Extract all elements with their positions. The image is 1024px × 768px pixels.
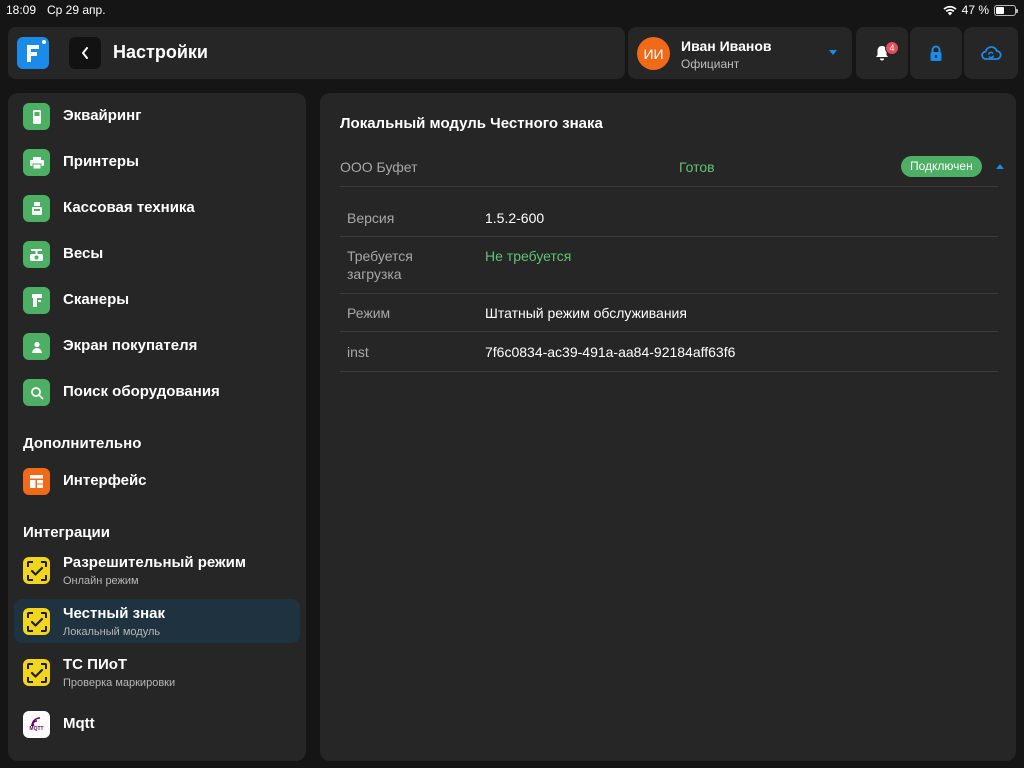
sidebar-item-scanners[interactable]: Сканеры [14, 278, 300, 322]
notification-count-badge: 4 [885, 41, 899, 55]
info-row: Версия 1.5.2-600 [340, 197, 998, 237]
info-value: Не требуется [485, 248, 572, 264]
app-logo-icon [17, 37, 49, 69]
search-icon [23, 379, 50, 406]
sidebar-item-customer-display[interactable]: Экран покупателя [14, 324, 300, 368]
header-bar: Настройки [8, 27, 625, 79]
status-bar: 18:09 Ср 29 апр. 47 % [0, 0, 1024, 20]
sidebar-item-sublabel: Локальный модуль [63, 626, 161, 638]
sidebar-item-label: Mqtt [63, 715, 95, 732]
section-header-extra: Дополнительно [23, 435, 142, 452]
scanner-icon [23, 287, 50, 314]
customer-display-icon [23, 333, 50, 360]
status-badge: Подключен [901, 156, 982, 177]
sidebar-item-label: Поиск оборудования [63, 383, 220, 400]
sidebar-item-scales[interactable]: Весы [14, 232, 300, 276]
avatar: ИИ [637, 37, 670, 70]
sidebar-item-label: Сканеры [63, 291, 130, 308]
sidebar-item-label: Кассовая техника [63, 199, 195, 216]
marking-icon [23, 608, 50, 635]
sidebar-item-permissive-mode[interactable]: Разрешительный режим Онлайн режим [14, 548, 300, 592]
battery-icon [994, 4, 1018, 16]
back-button[interactable] [69, 37, 101, 69]
chevron-down-icon [829, 50, 837, 55]
cloud-sync-button[interactable] [964, 27, 1018, 79]
status-date: Ср 29 апр. [47, 3, 106, 17]
main-panel: Локальный модуль Честного знака ООО Буфе… [320, 93, 1016, 761]
sidebar-item-label: Экран покупателя [63, 337, 198, 354]
sidebar-item-cash-equipment[interactable]: Кассовая техника [14, 186, 300, 230]
status-time: 18:09 [6, 3, 37, 17]
user-role: Официант [681, 57, 740, 71]
sidebar-item-equipment-search[interactable]: Поиск оборудования [14, 370, 300, 414]
layout-icon [23, 468, 50, 495]
notifications-button[interactable]: 4 [856, 27, 908, 79]
sidebar-item-mqtt[interactable]: MQTT Mqtt [14, 702, 300, 746]
printer-icon [23, 149, 50, 176]
marking-icon [23, 557, 50, 584]
sidebar-item-sublabel: Онлайн режим [63, 575, 139, 587]
organization-row[interactable]: ООО Буфет Готов Подключен [340, 151, 1004, 187]
page-title: Настройки [113, 42, 208, 62]
wifi-icon [943, 5, 957, 15]
marking-icon [23, 659, 50, 686]
organization-name: ООО Буфет [340, 159, 418, 175]
section-header-integrations: Интеграции [23, 524, 110, 541]
info-value: 1.5.2-600 [485, 210, 545, 226]
sidebar-item-label: Принтеры [63, 153, 139, 170]
info-value: 7f6c0834-ac39-491a-aa84-92184aff63f6 [485, 344, 736, 360]
info-row: Требуется загрузка Не требуется [340, 237, 998, 294]
sidebar-item-label: ТС ПИоТ [63, 656, 128, 673]
info-row: Режим Штатный режим обслуживания [340, 294, 998, 332]
user-menu[interactable]: ИИ Иван Иванов Официант [628, 27, 852, 79]
card-terminal-icon [23, 103, 50, 130]
info-key: Режим [347, 305, 391, 321]
sidebar-item-sublabel: Проверка маркировки [63, 677, 176, 689]
sidebar-item-label: Эквайринг [63, 107, 142, 124]
sidebar-item-honest-sign[interactable]: Честный знак Локальный модуль [14, 599, 300, 643]
info-key: Требуется загрузка [347, 248, 413, 282]
sidebar-item-printers[interactable]: Принтеры [14, 140, 300, 184]
settings-sidebar: Эквайринг Принтеры Кассовая техника Весы… [8, 93, 306, 761]
module-info-table: Версия 1.5.2-600 Требуется загрузка Не т… [340, 197, 998, 372]
sidebar-item-ts-piot[interactable]: ТС ПИоТ Проверка маркировки [14, 650, 300, 694]
info-key: Версия [347, 210, 395, 226]
sidebar-item-interface[interactable]: Интерфейс [14, 459, 300, 503]
info-key: inst [347, 344, 369, 360]
sidebar-item-label: Честный знак [63, 605, 165, 622]
info-value: Штатный режим обслуживания [485, 305, 687, 321]
organization-status: Готов [679, 159, 715, 175]
chevron-left-icon [82, 47, 88, 59]
panel-title: Локальный модуль Честного знака [340, 115, 603, 132]
sidebar-item-label: Разрешительный режим [63, 554, 246, 571]
lock-button[interactable] [910, 27, 962, 79]
user-name: Иван Иванов [681, 38, 772, 54]
mqtt-icon-text: MQTT [29, 726, 44, 732]
sidebar-item-label: Интерфейс [63, 472, 147, 489]
sidebar-item-label: Весы [63, 245, 104, 262]
battery-fill [996, 6, 1005, 14]
lock-icon [930, 45, 942, 61]
info-row: inst 7f6c0834-ac39-491a-aa84-92184aff63f… [340, 332, 998, 372]
battery-percent: 47 % [961, 3, 989, 17]
mqtt-icon: MQTT [23, 711, 50, 738]
scales-icon [23, 241, 50, 268]
chevron-up-icon[interactable] [995, 163, 1005, 170]
sidebar-item-acquiring[interactable]: Эквайринг [14, 94, 300, 138]
cloud-sync-icon [981, 46, 1002, 60]
cash-register-icon [23, 195, 50, 222]
